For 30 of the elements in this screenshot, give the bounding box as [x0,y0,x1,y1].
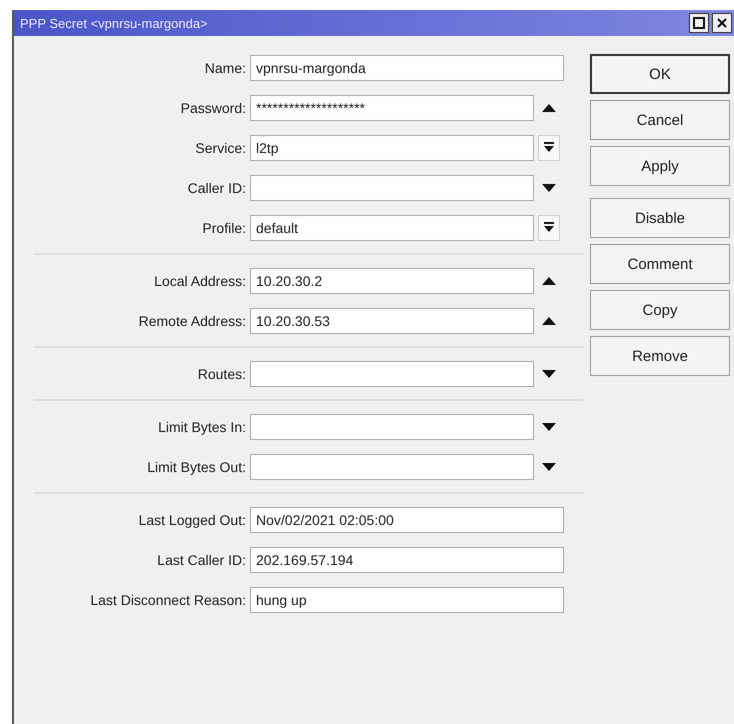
input-field[interactable]: 10.20.30.53 [250,308,534,334]
field-label: Local Address: [153,273,247,289]
input-field[interactable]: Nov/02/2021 02:05:00 [250,507,564,533]
field-label: Remote Address: [138,313,247,329]
input-field[interactable]: l2tp [250,135,534,161]
input-field[interactable]: ******************** [250,95,534,121]
field-label: Last Disconnect Reason: [89,592,247,608]
field-label: Last Caller ID: [156,552,247,568]
input-field[interactable]: 10.20.30.2 [250,268,534,294]
dialog-button[interactable]: OK [590,54,730,94]
input-field[interactable]: default [250,215,534,241]
dialog-button[interactable]: Apply [590,146,730,186]
dialog-button[interactable]: Disable [590,198,730,238]
dialog-button[interactable]: Copy [590,290,730,330]
field-label: Caller ID: [186,180,247,196]
field-label: Routes: [196,366,247,382]
input-field[interactable]: 202.169.57.194 [250,547,564,573]
field-label: Service: [194,140,247,156]
input-field[interactable]: vpnrsu-margonda [250,55,564,81]
dialog-button[interactable]: Comment [590,244,730,284]
field-label: Password: [180,100,247,116]
field-label: Profile: [201,220,247,236]
input-field[interactable]: hung up [250,587,564,613]
dialog-button[interactable]: Remove [590,336,730,376]
field-label: Limit Bytes In: [157,419,247,435]
field-label: Name: [204,60,247,76]
dialog-button[interactable]: Cancel [590,100,730,140]
field-label: Last Logged Out: [138,512,247,528]
field-label: Limit Bytes Out: [146,459,247,475]
window-title: PPP Secret <vpnrsu-margonda> [20,16,208,30]
